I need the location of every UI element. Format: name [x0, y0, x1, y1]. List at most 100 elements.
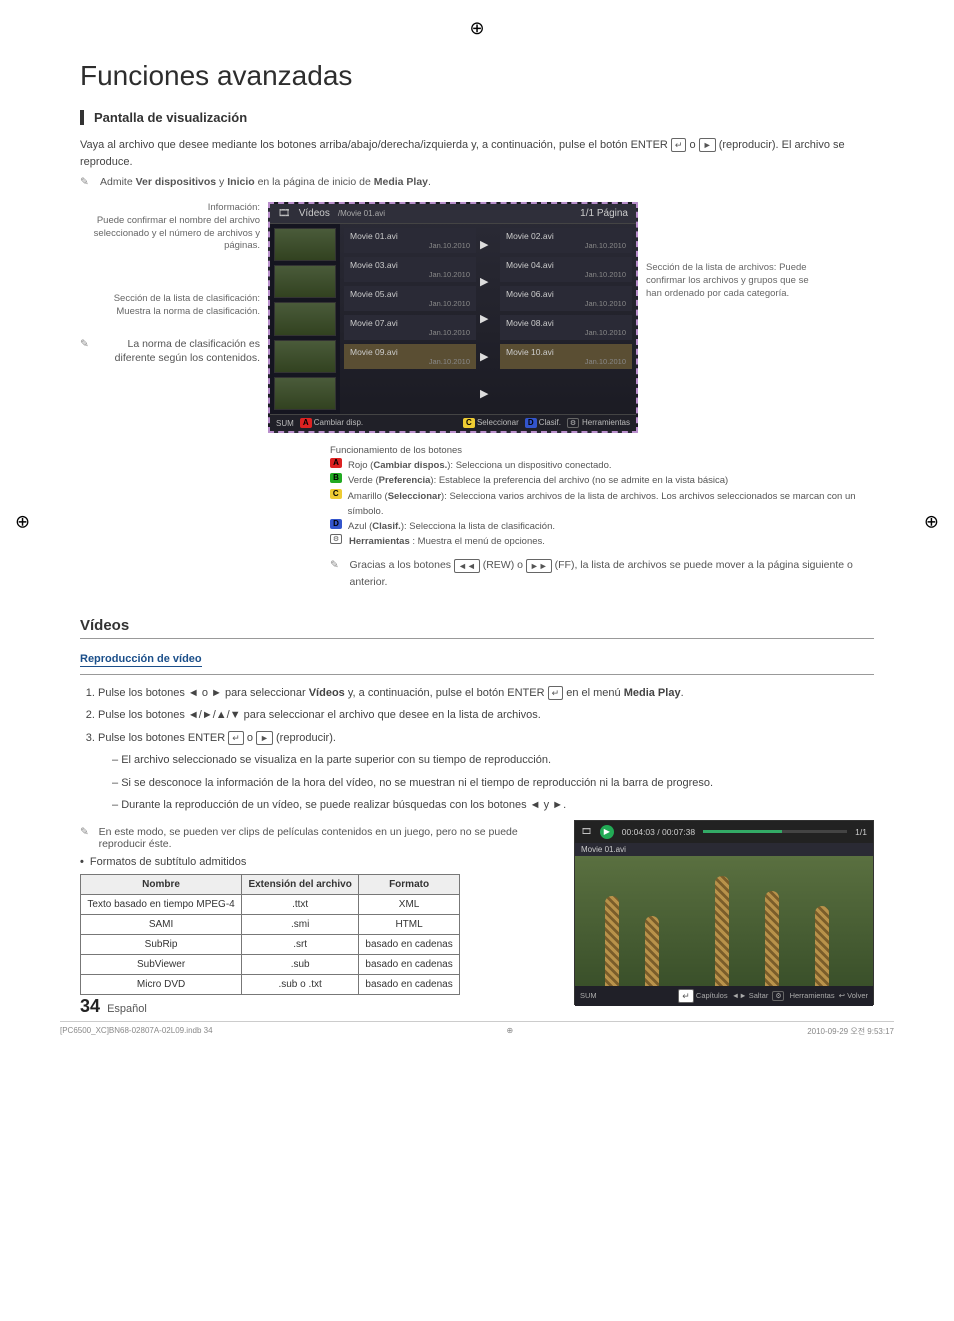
player-video-frame — [575, 856, 873, 986]
text: Gracias a los botones — [349, 559, 453, 571]
th-nombre: Nombre — [81, 874, 242, 894]
callout-norma: La norma de clasificación es diferente s… — [95, 337, 260, 365]
print-footer: [PC6500_XC]BN68-02807A-02L09.indb 34 ⊕ 2… — [60, 1021, 894, 1037]
note-admite: ✎ Admite Ver dispositivos y Inicio en la… — [80, 176, 874, 188]
file-date: Jan.10.2010 — [585, 241, 626, 250]
text: Vídeos — [309, 687, 345, 699]
key-c-icon[interactable]: C — [463, 418, 475, 428]
screen-breadcrumb: /Movie 01.avi — [338, 209, 385, 218]
media-play-screen: 🎞 Vídeos /Movie 01.avi 1/1 Página Movie … — [268, 202, 638, 433]
text: Verde ( — [348, 475, 379, 486]
func-heading: Funcionamiento de los botones — [330, 443, 874, 458]
key-a-icon[interactable]: A — [300, 418, 312, 428]
text: En este modo, se pueden ver clips de pel… — [99, 826, 544, 850]
text: Media Play — [624, 687, 681, 699]
cell: SubViewer — [81, 954, 242, 974]
enter-icon: ↵ — [548, 686, 564, 700]
file-item[interactable]: Movie 01.aviJan.10.2010 — [344, 228, 476, 253]
step-3-detail: Si se desconoce la información de la hor… — [112, 775, 874, 792]
tools-icon[interactable]: ⚙ — [567, 418, 579, 428]
footer-d-label: Clasif. — [539, 418, 561, 427]
text: Admite — [100, 176, 136, 188]
crop-mark-icon: ⊕ — [924, 512, 939, 533]
file-item-selected[interactable]: Movie 09.aviJan.10.2010 — [344, 344, 476, 369]
file-name: Movie 09.avi — [350, 347, 470, 357]
text: Azul ( — [348, 521, 372, 532]
key-d-icon[interactable]: D — [525, 418, 537, 428]
page-title: Funciones avanzadas — [80, 60, 874, 92]
thumbnail[interactable] — [274, 228, 336, 261]
thumbnail[interactable] — [274, 340, 336, 373]
thumbnail[interactable] — [274, 302, 336, 335]
file-item[interactable]: Movie 06.aviJan.10.2010 — [500, 286, 632, 311]
step-2: Pulse los botones ◄/►/▲/▼ para seleccion… — [98, 707, 874, 724]
file-name: Movie 05.avi — [350, 289, 470, 299]
note-icon: ✎ — [80, 826, 93, 836]
footer-c-label: Seleccionar — [477, 418, 519, 427]
file-date: Jan.10.2010 — [429, 270, 470, 279]
cell: .sub o .txt — [242, 974, 359, 994]
file-item-selected[interactable]: Movie 10.aviJan.10.2010 — [500, 344, 632, 369]
progress-bar[interactable] — [703, 830, 847, 833]
text: Pulse los botones ◄ o ► para seleccionar — [98, 687, 309, 699]
enter-icon: ↵ — [671, 138, 687, 152]
key-d-icon: D — [330, 519, 342, 529]
step-3: Pulse los botones ENTER ↵ o ► (reproduci… — [98, 730, 874, 814]
file-item[interactable]: Movie 08.aviJan.10.2010 — [500, 315, 632, 340]
cell: .ttxt — [242, 894, 359, 914]
th-formato: Formato — [359, 874, 460, 894]
text: Capítulos — [696, 991, 728, 1000]
file-item[interactable]: Movie 07.aviJan.10.2010 — [344, 315, 476, 340]
th-extension: Extensión del archivo — [242, 874, 359, 894]
player-time: 00:04:03 / 00:07:38 — [622, 827, 695, 837]
file-item[interactable]: Movie 02.aviJan.10.2010 — [500, 228, 632, 253]
file-name: Movie 01.avi — [350, 231, 470, 241]
play-button-icon[interactable]: ▶ — [600, 825, 614, 839]
right-callout: Sección de la lista de archivos: Puede c… — [646, 202, 816, 300]
cell: SAMI — [81, 914, 242, 934]
file-date: Jan.10.2010 — [429, 328, 470, 337]
thumbnail[interactable] — [274, 265, 336, 298]
footer-a-label: Cambiar disp. — [314, 418, 363, 427]
text: en el menú — [563, 687, 624, 699]
table-row: Texto basado en tiempo MPEG-4.ttxtXML — [81, 894, 460, 914]
bullet-icon — [80, 856, 84, 868]
player-footer: SUM ↵ Capítulos ◄► Saltar ⚙ Herramientas… — [575, 986, 873, 1006]
steps-list: Pulse los botones ◄ o ► para seleccionar… — [80, 685, 874, 814]
key-b-icon: B — [330, 473, 342, 483]
play-indicator-icon: ▶ — [480, 238, 496, 251]
or-word: o — [690, 139, 696, 151]
file-item[interactable]: Movie 03.aviJan.10.2010 — [344, 257, 476, 282]
sum-label: SUM — [580, 991, 597, 1000]
film-icon: 🎞 — [278, 208, 291, 219]
fast-forward-icon: ►► — [526, 559, 552, 573]
play-indicator-icon: ▶ — [480, 275, 496, 288]
text: y — [216, 176, 227, 188]
text: Inicio — [227, 176, 254, 188]
play-indicator-icon: ▶ — [480, 387, 496, 400]
tools-icon: ⚙ — [330, 534, 342, 544]
page-language: Español — [107, 1003, 147, 1015]
cell: .sub — [242, 954, 359, 974]
text: ): Selecciona la lista de clasificación. — [401, 521, 555, 532]
button-function-block: Funcionamiento de los botones A Rojo (Cam… — [330, 443, 874, 591]
formatos-bullet: Formatos de subtítulo admitidos — [90, 856, 247, 868]
text: (REW) o — [480, 559, 526, 571]
table-row: SubRip.srtbasado en cadenas — [81, 934, 460, 954]
file-item[interactable]: Movie 04.aviJan.10.2010 — [500, 257, 632, 282]
file-item[interactable]: Movie 05.aviJan.10.2010 — [344, 286, 476, 311]
cell: basado en cadenas — [359, 974, 460, 994]
play-indicator-icon: ▶ — [480, 312, 496, 325]
file-name: Movie 03.avi — [350, 260, 470, 270]
left-callouts: Información: Puede confirmar el nombre d… — [80, 202, 260, 365]
step-3-detail: Durante la reproducción de un vídeo, se … — [112, 797, 874, 814]
play-icon: ► — [699, 138, 716, 152]
player-top-bar: 🎞 ▶ 00:04:03 / 00:07:38 1/1 — [575, 821, 873, 843]
key-a-icon: A — [330, 458, 342, 468]
file-date: Jan.10.2010 — [585, 270, 626, 279]
thumbnail[interactable] — [274, 377, 336, 410]
crop-mark-icon: ⊕ — [15, 512, 30, 533]
text: Rojo ( — [348, 460, 373, 471]
text: Cambiar dispos. — [373, 460, 447, 471]
footer-tools-label: Herramientas — [582, 418, 630, 427]
